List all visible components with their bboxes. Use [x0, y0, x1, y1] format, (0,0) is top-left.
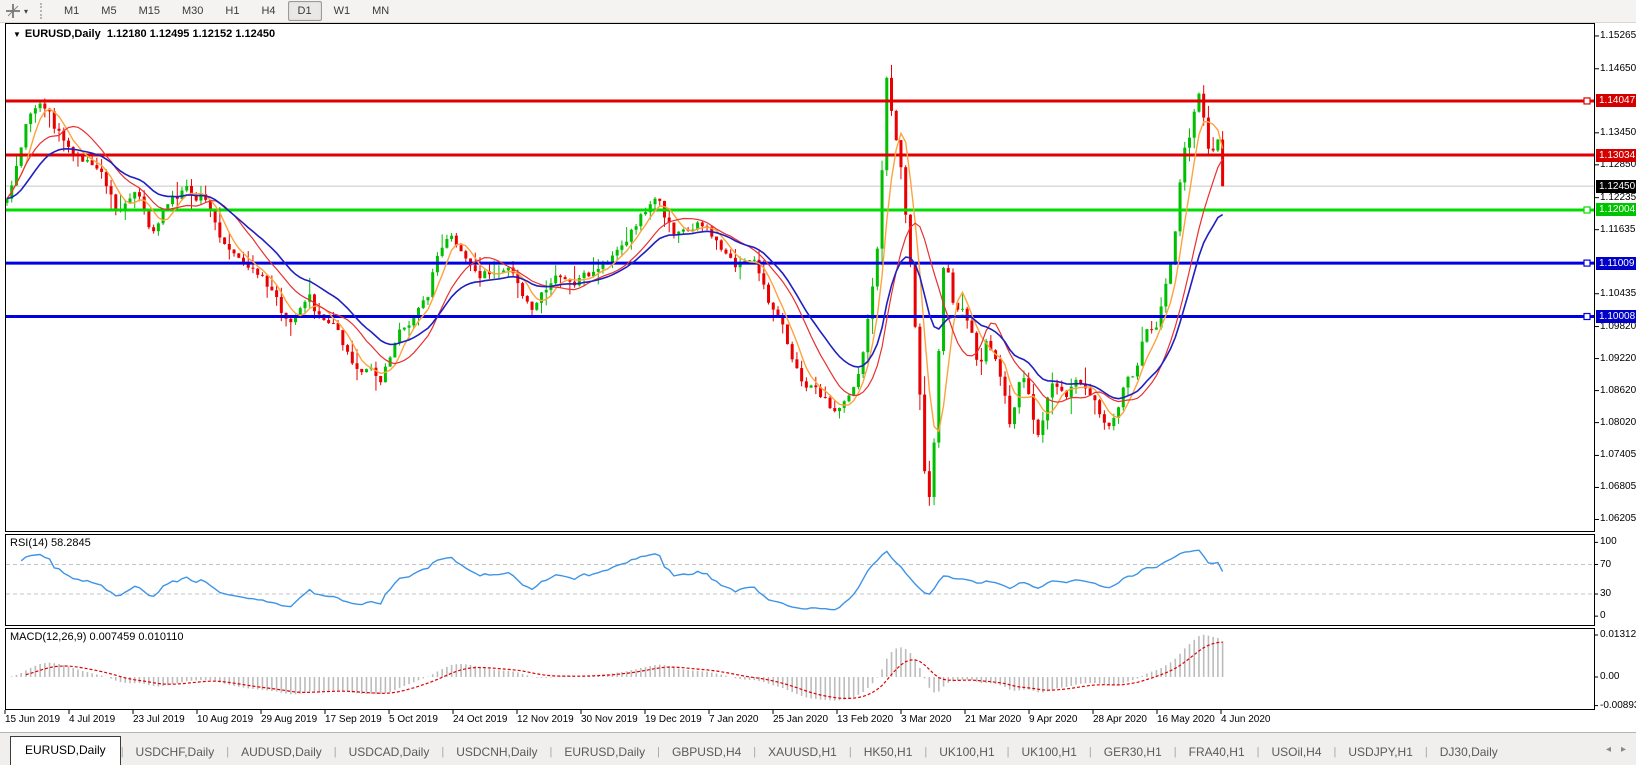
chart-tab-eurusd-daily[interactable]: EURUSD,Daily [10, 736, 121, 765]
tabs-scroll: ◂ ▸ [1596, 733, 1636, 765]
tabs-scroll-left-icon[interactable]: ◂ [1606, 744, 1611, 755]
rsi-panel[interactable] [5, 534, 1595, 626]
chart-tab-ger30-h1[interactable]: GER30,H1 [1092, 739, 1174, 765]
timeframe-buttons: M1 M5 M15 M30 H1 H4 D1 W1 MN [53, 0, 400, 22]
timeframe-h1[interactable]: H1 [215, 1, 249, 21]
timeframe-h4[interactable]: H4 [251, 1, 285, 21]
chart-tab-usdcad-daily[interactable]: USDCAD,Daily [337, 739, 442, 765]
collapse-icon[interactable]: ▼ [13, 30, 21, 39]
chart-tab-eurusd-daily[interactable]: EURUSD,Daily [552, 739, 657, 765]
toolbar: ▾ M1 M5 M15 M30 H1 H4 D1 W1 MN [0, 0, 1636, 23]
timeframe-m15[interactable]: M15 [129, 1, 170, 21]
chart-tab-hk50-h1[interactable]: HK50,H1 [852, 739, 925, 765]
chart-tab-uk100-h1[interactable]: UK100,H1 [1010, 739, 1089, 765]
time-axis[interactable] [5, 710, 1595, 730]
chart-tab-gbpusd-h4[interactable]: GBPUSD,H4 [660, 739, 753, 765]
chart-tab-fra40-h1[interactable]: FRA40,H1 [1177, 739, 1257, 765]
chart-title[interactable]: ▼ EURUSD,Daily 1.12180 1.12495 1.12152 1.… [13, 28, 275, 40]
mt4-window: ▾ M1 M5 M15 M30 H1 H4 D1 W1 MN ▼ EURUSD,Daily 1.1… [0, 0, 1636, 765]
toolbar-grip [40, 3, 47, 19]
price-axis[interactable] [1595, 23, 1636, 710]
crosshair-icon [6, 4, 20, 18]
timeframe-mn[interactable]: MN [362, 1, 399, 21]
timeframe-w1[interactable]: W1 [324, 1, 361, 21]
chart-tab-xauusd-h1[interactable]: XAUUSD,H1 [756, 739, 849, 765]
chart-tab-usdchf-daily[interactable]: USDCHF,Daily [124, 739, 227, 765]
main-chart-panel[interactable] [5, 23, 1595, 532]
chart-tab-dj30-daily[interactable]: DJ30,Daily [1428, 739, 1510, 765]
chart-ohlc-values: 1.12180 1.12495 1.12152 1.12450 [106, 28, 276, 40]
timeframe-m1[interactable]: M1 [54, 1, 89, 21]
chart-tab-usoil-h4[interactable]: USOil,H4 [1260, 739, 1334, 765]
dropdown-caret-icon: ▾ [24, 6, 29, 16]
chart-symbol: EURUSD,Daily [24, 28, 101, 40]
chart-tab-bar: EURUSD,Daily | USDCHF,Daily | AUDUSD,Daily | U… [0, 732, 1636, 765]
chart-tool-button[interactable]: ▾ [0, 1, 34, 21]
timeframe-d1[interactable]: D1 [287, 1, 322, 21]
tabs: EURUSD,Daily | USDCHF,Daily | AUDUSD,Daily | U… [0, 733, 1596, 765]
chart-tab-usdcnh-daily[interactable]: USDCNH,Daily [444, 739, 549, 765]
timeframe-m5[interactable]: M5 [91, 1, 126, 21]
timeframe-m30[interactable]: M30 [172, 1, 213, 21]
tabs-scroll-right-icon[interactable]: ▸ [1621, 744, 1626, 755]
chart-tab-usdjpy-h1[interactable]: USDJPY,H1 [1336, 739, 1424, 765]
chart-tab-uk100-h1[interactable]: UK100,H1 [927, 739, 1006, 765]
macd-panel[interactable] [5, 628, 1595, 710]
chart-tab-audusd-daily[interactable]: AUDUSD,Daily [229, 739, 334, 765]
